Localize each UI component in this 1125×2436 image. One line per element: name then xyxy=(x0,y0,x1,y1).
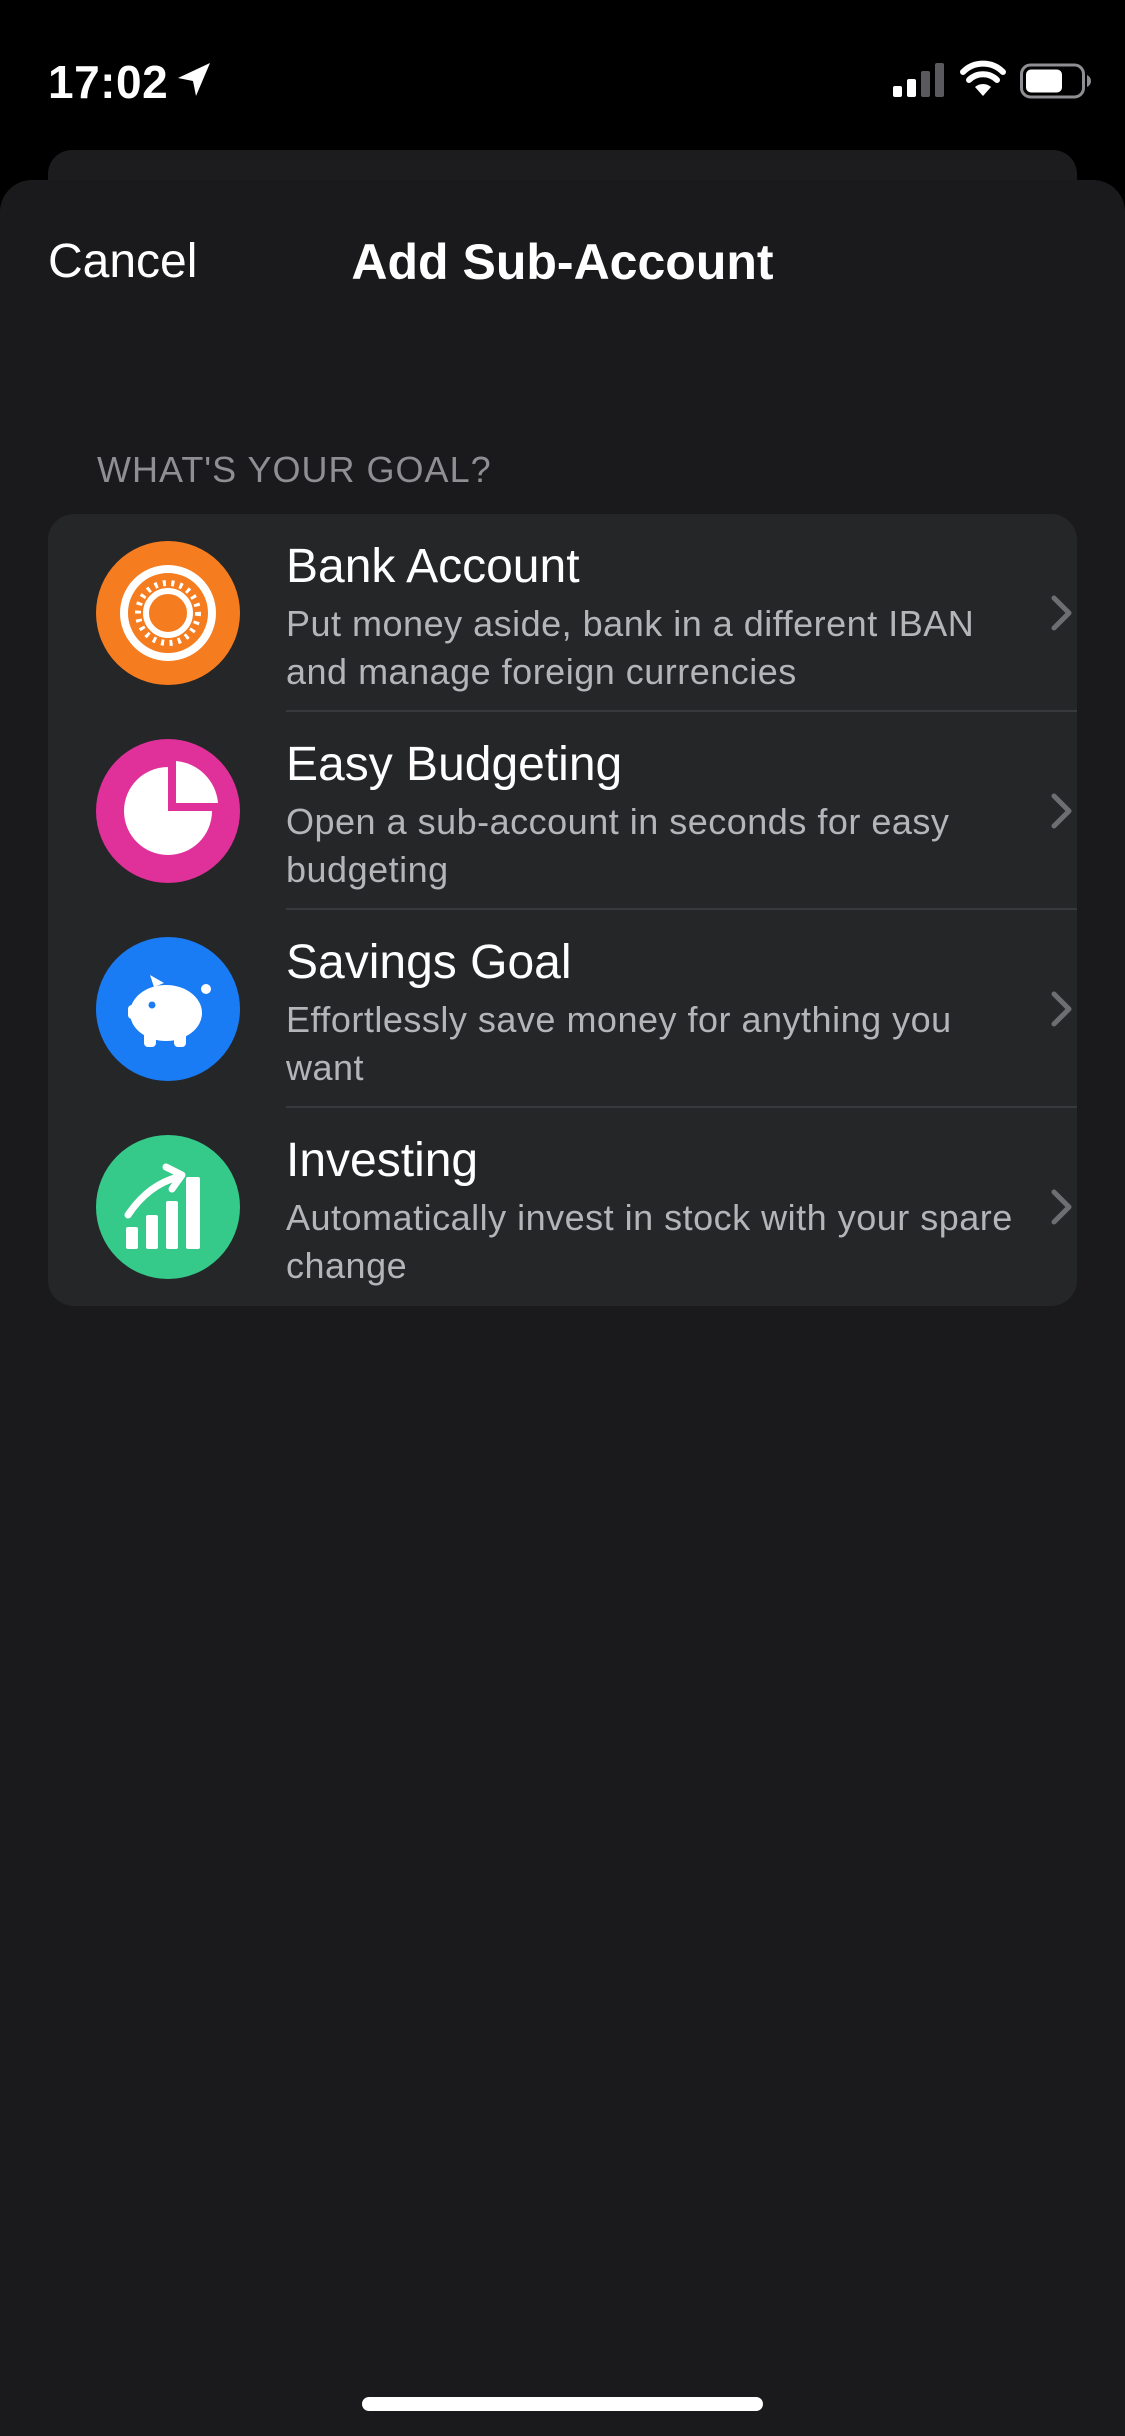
status-time: 17:02 xyxy=(48,56,169,108)
chevron-right-icon xyxy=(1051,595,1072,631)
option-title: Bank Account xyxy=(286,540,580,593)
home-indicator[interactable] xyxy=(362,2397,763,2411)
goal-options-list: Bank Account Put money aside, bank in a … xyxy=(48,514,1077,1306)
chevron-right-icon xyxy=(1051,793,1072,829)
option-bank-account[interactable]: Bank Account Put money aside, bank in a … xyxy=(48,514,1077,712)
option-easy-budgeting[interactable]: Easy Budgeting Open a sub-account in sec… xyxy=(48,712,1077,910)
option-description: Put money aside, bank in a different IBA… xyxy=(286,603,975,692)
wifi-icon xyxy=(960,60,1006,96)
status-bar: 17:02 xyxy=(0,0,1125,150)
pie-chart-icon xyxy=(96,739,240,883)
battery-icon xyxy=(1020,63,1091,99)
section-header: WHAT'S YOUR GOAL? xyxy=(97,449,492,490)
cellular-signal-icon xyxy=(893,63,944,97)
option-title: Savings Goal xyxy=(286,936,572,989)
option-description: Effortlessly save money for anything you… xyxy=(286,999,952,1088)
option-title: Easy Budgeting xyxy=(286,738,623,791)
option-description: Automatically invest in stock with your … xyxy=(286,1197,1013,1286)
growth-chart-icon xyxy=(96,1135,240,1279)
chevron-right-icon xyxy=(1051,1189,1072,1225)
option-title: Investing xyxy=(286,1134,479,1187)
cancel-button[interactable]: Cancel xyxy=(48,230,197,294)
coin-icon xyxy=(96,541,240,685)
location-arrow-icon xyxy=(178,63,210,96)
chevron-right-icon xyxy=(1051,991,1072,1027)
option-description: Open a sub-account in seconds for easy b… xyxy=(286,801,950,890)
option-savings-goal[interactable]: Savings Goal Effortlessly save money for… xyxy=(48,910,1077,1108)
piggy-bank-icon xyxy=(96,937,240,1081)
option-investing[interactable]: Investing Automatically invest in stock … xyxy=(48,1108,1077,1306)
